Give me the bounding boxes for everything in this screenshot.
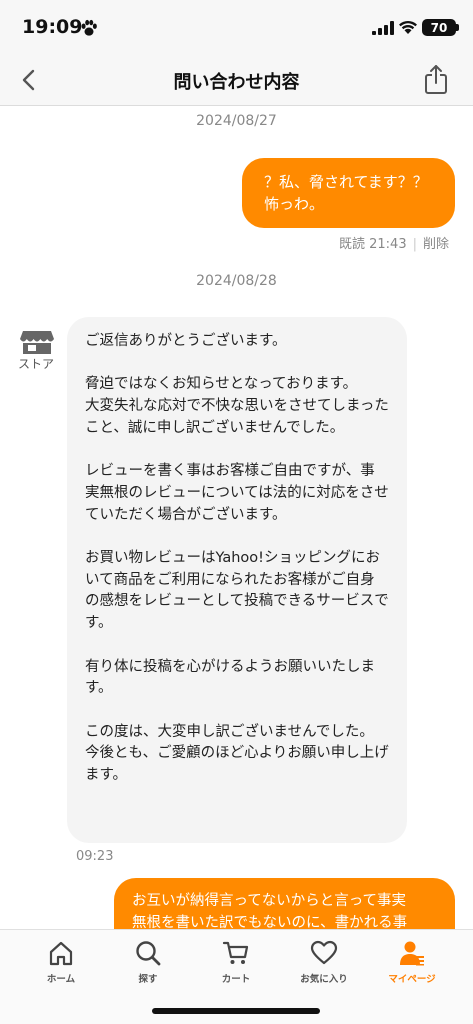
tab-label: お気に入り xyxy=(300,974,348,985)
store-icon xyxy=(20,331,54,354)
battery-level: 70 xyxy=(430,20,448,35)
person-icon xyxy=(400,941,424,966)
signal-icon xyxy=(372,21,394,35)
message-text: 無根を書いた訳でもないのに、書かれる事 xyxy=(132,915,408,929)
tab-label: マイページ xyxy=(388,974,436,985)
chat-thread[interactable]: 2024/08/27 ？私、脅されてます？？ 怖っわ。 既読 21:43 | 削除 … xyxy=(0,107,473,929)
read-receipt: 既読 21:43 xyxy=(339,237,407,252)
share-icon[interactable] xyxy=(422,64,450,96)
paw-icon xyxy=(81,19,97,36)
status-time: 19:09 xyxy=(22,16,83,38)
home-indicator xyxy=(152,1008,320,1014)
tab-label: カート xyxy=(221,974,251,985)
date-label: 2024/08/28 xyxy=(196,273,277,289)
tab-label: 探す xyxy=(138,974,158,985)
status-bar: 19:09 70 xyxy=(0,0,473,56)
outgoing-message[interactable]: ？私、脅されてます？？ 怖っわ。 xyxy=(242,158,455,228)
cart-icon xyxy=(222,941,249,964)
tab-label: ホーム xyxy=(46,974,76,985)
message-time: 09:23 xyxy=(76,849,114,864)
message-text: お互いが納得言ってないからと言って事実 xyxy=(132,893,407,909)
tab-cart[interactable]: カート xyxy=(196,938,276,985)
battery-indicator: 70 xyxy=(422,19,456,36)
store-label: ストア xyxy=(18,357,55,371)
search-icon xyxy=(136,941,161,966)
tab-mypage[interactable]: マイページ xyxy=(372,938,452,985)
date-label: 2024/08/27 xyxy=(196,113,277,129)
home-icon xyxy=(49,941,73,966)
message-text: ？私、脅されてます？？ xyxy=(264,173,428,191)
page-title: 問い合わせ内容 xyxy=(173,72,300,93)
meta-divider: | xyxy=(412,237,417,252)
incoming-message[interactable]: ご返信ありがとうございます。 脅迫ではなくお知らせとなっております。 大変失礼な… xyxy=(67,317,407,843)
heart-icon xyxy=(310,940,338,965)
outgoing-message[interactable]: お互いが納得言ってないからと言って事実 無根を書いた訳でもないのに、書かれる事 xyxy=(114,878,455,929)
delete-link[interactable]: 削除 xyxy=(423,237,449,252)
message-text: 怖っわ。 xyxy=(264,195,325,213)
message-meta: 既読 21:43 | 削除 xyxy=(339,233,449,252)
tab-search[interactable]: 探す xyxy=(108,938,188,985)
wifi-icon xyxy=(399,20,417,34)
tab-favorites[interactable]: お気に入り xyxy=(284,938,364,985)
nav-bar: 問い合わせ内容 xyxy=(0,56,473,106)
tab-home[interactable]: ホーム xyxy=(21,938,101,985)
battery-tip xyxy=(456,24,459,31)
